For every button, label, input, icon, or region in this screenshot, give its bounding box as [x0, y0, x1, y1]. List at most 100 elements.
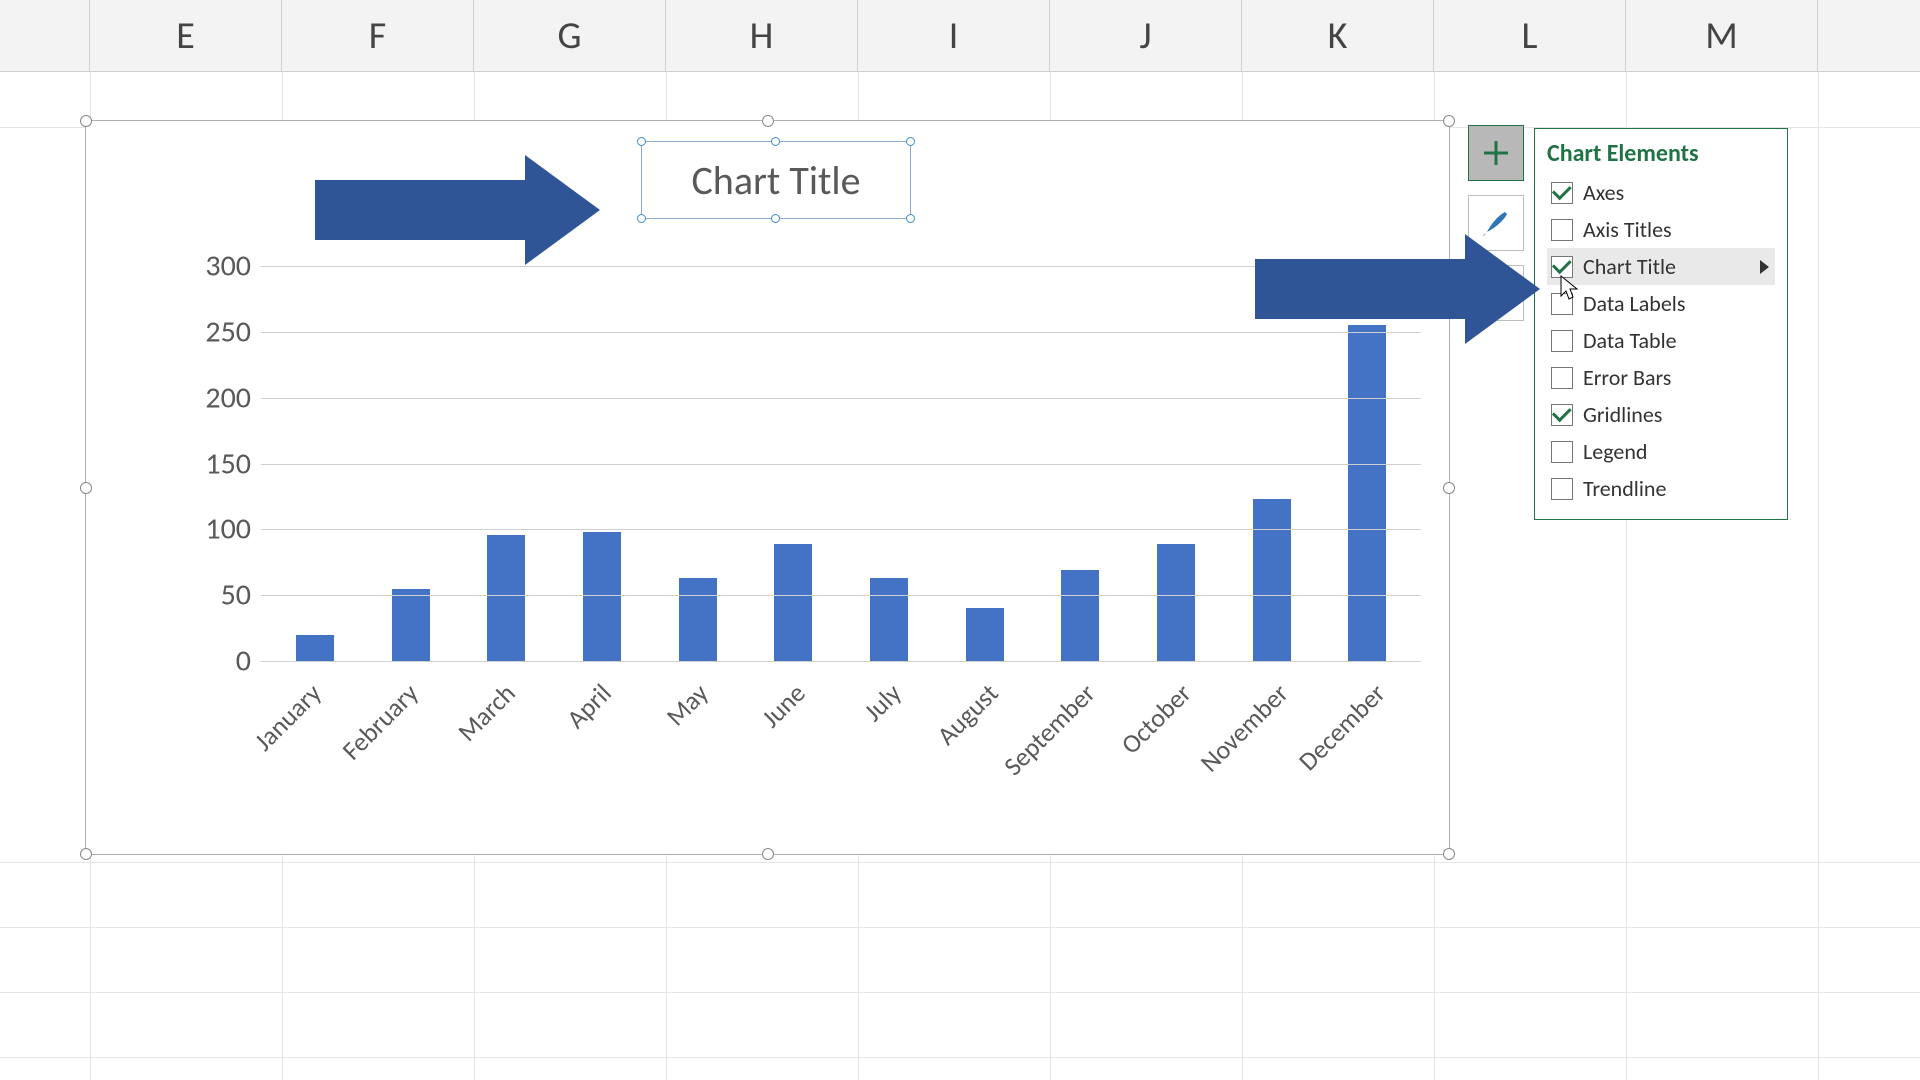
y-tick-label: 250: [186, 313, 251, 350]
option-label: Data Table: [1583, 327, 1677, 354]
x-tick-label: January: [305, 677, 328, 700]
column-header[interactable]: F: [282, 0, 474, 71]
title-handle[interactable]: [637, 137, 646, 146]
gridline: [261, 266, 1421, 267]
chart-element-option[interactable]: Axis Titles: [1547, 211, 1775, 248]
column-header[interactable]: H: [666, 0, 858, 71]
chart-elements-flyout[interactable]: Chart Elements Axes Axis Titles Chart Titl…: [1534, 128, 1788, 520]
checkbox[interactable]: [1551, 182, 1573, 204]
chart-element-option[interactable]: Gridlines: [1547, 396, 1775, 433]
option-label: Chart Title: [1583, 253, 1676, 280]
title-handle[interactable]: [771, 214, 780, 223]
y-tick-label: 200: [186, 379, 251, 416]
column-header[interactable]: E: [90, 0, 282, 71]
flyout-title: Chart Elements: [1547, 139, 1775, 168]
column-header[interactable]: L: [1434, 0, 1626, 71]
gridline: [261, 464, 1421, 465]
chart-element-option[interactable]: Trendline: [1547, 470, 1775, 507]
title-handle[interactable]: [906, 214, 915, 223]
checkbox[interactable]: [1551, 367, 1573, 389]
embedded-chart[interactable]: Chart Title 050100150200250300 JanuaryFe…: [85, 120, 1450, 855]
resize-handle[interactable]: [80, 482, 92, 494]
checkbox[interactable]: [1551, 293, 1573, 315]
option-label: Error Bars: [1583, 364, 1671, 391]
checkbox[interactable]: [1551, 478, 1573, 500]
chart-element-option[interactable]: Legend: [1547, 433, 1775, 470]
resize-handle[interactable]: [762, 848, 774, 860]
x-tick-label: August: [982, 677, 1005, 700]
title-handle[interactable]: [637, 214, 646, 223]
data-bar[interactable]: [1253, 499, 1291, 661]
worksheet[interactable]: E F G H I J K L M: [0, 0, 1920, 1080]
y-axis[interactable]: 050100150200250300: [186, 266, 251, 661]
plus-icon: [1481, 138, 1511, 168]
resize-handle[interactable]: [80, 848, 92, 860]
chart-element-option[interactable]: Error Bars: [1547, 359, 1775, 396]
data-bar[interactable]: [296, 635, 334, 661]
column-header[interactable]: J: [1050, 0, 1242, 71]
option-label: Axes: [1583, 179, 1624, 206]
title-handle[interactable]: [906, 137, 915, 146]
x-tick-label: October: [1175, 677, 1198, 700]
annotation-arrow: [315, 155, 600, 265]
chart-title-text[interactable]: Chart Title: [691, 156, 860, 205]
x-tick-label: November: [1272, 677, 1295, 700]
resize-handle[interactable]: [1443, 482, 1455, 494]
y-tick-label: 100: [186, 511, 251, 548]
column-header[interactable]: M: [1626, 0, 1818, 71]
gridline: [261, 398, 1421, 399]
checkbox[interactable]: [1551, 404, 1573, 426]
x-tick-label: July: [885, 677, 908, 700]
chart-element-option[interactable]: Data Table: [1547, 322, 1775, 359]
checkbox[interactable]: [1551, 219, 1573, 241]
y-tick-label: 50: [186, 577, 251, 614]
chart-title[interactable]: Chart Title: [641, 141, 911, 219]
data-bar[interactable]: [870, 578, 908, 661]
checkbox[interactable]: [1551, 256, 1573, 278]
submenu-caret-icon[interactable]: [1760, 260, 1769, 274]
chart-element-option[interactable]: Data Labels: [1547, 285, 1775, 322]
x-tick-label: March: [499, 677, 522, 700]
data-bar[interactable]: [679, 578, 717, 661]
resize-handle[interactable]: [80, 115, 92, 127]
plot-area[interactable]: [261, 266, 1421, 661]
x-tick-label: April: [595, 677, 618, 700]
x-axis[interactable]: January February March April May June July Augu…: [261, 669, 1421, 839]
data-bar[interactable]: [774, 544, 812, 661]
data-bar[interactable]: [392, 589, 430, 661]
column-header[interactable]: G: [474, 0, 666, 71]
chart-elements-button[interactable]: [1468, 125, 1524, 181]
chart-element-option[interactable]: Chart Title: [1547, 248, 1775, 285]
checkbox[interactable]: [1551, 330, 1573, 352]
checkbox[interactable]: [1551, 441, 1573, 463]
option-label: Trendline: [1583, 475, 1666, 502]
data-bar[interactable]: [966, 608, 1004, 661]
x-tick-label: September: [1079, 677, 1102, 700]
resize-handle[interactable]: [1443, 115, 1455, 127]
x-tick-label: May: [692, 677, 715, 700]
gridline: [261, 332, 1421, 333]
option-label: Legend: [1583, 438, 1647, 465]
x-tick-label: December: [1369, 677, 1392, 700]
gridline: [261, 595, 1421, 596]
resize-handle[interactable]: [1443, 848, 1455, 860]
data-bar[interactable]: [487, 535, 525, 661]
data-bar[interactable]: [1061, 570, 1099, 661]
data-bar[interactable]: [583, 532, 621, 661]
title-handle[interactable]: [771, 137, 780, 146]
y-tick-label: 150: [186, 445, 251, 482]
column-header[interactable]: K: [1242, 0, 1434, 71]
column-header[interactable]: I: [858, 0, 1050, 71]
option-label: Axis Titles: [1583, 216, 1672, 243]
gridline: [261, 529, 1421, 530]
data-bar[interactable]: [1348, 325, 1386, 661]
x-tick-label: February: [402, 677, 425, 700]
data-bar[interactable]: [1157, 544, 1195, 661]
option-label: Data Labels: [1583, 290, 1685, 317]
chart-element-option[interactable]: Axes: [1547, 174, 1775, 211]
annotation-arrow: [1255, 234, 1540, 344]
x-tick-label: June: [789, 677, 812, 700]
row-header-gutter: [0, 0, 90, 71]
resize-handle[interactable]: [762, 115, 774, 127]
gridline: [261, 661, 1421, 662]
